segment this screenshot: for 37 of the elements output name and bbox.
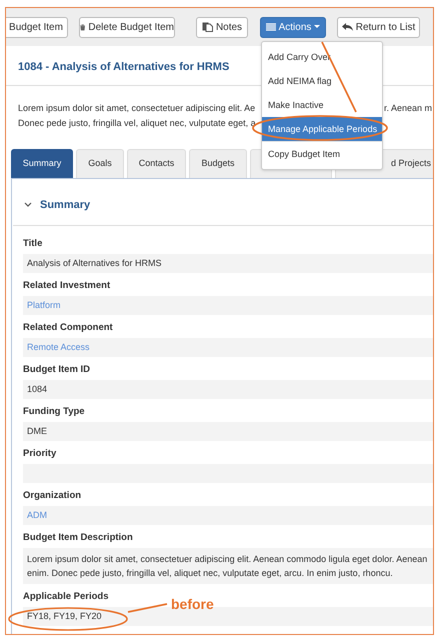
chevron-icon[interactable]	[24, 202, 32, 208]
field-label: Title	[23, 237, 42, 251]
menu-item[interactable]: Copy Budget Item	[262, 141, 382, 165]
section-title: Summary	[40, 198, 90, 213]
field-text: Analysis of Alternatives for HRMS	[27, 258, 162, 268]
actions-button[interactable]: Actions	[260, 16, 326, 38]
toolbar-button[interactable]: Delete Budget Item	[79, 16, 175, 38]
callout-line	[128, 603, 168, 613]
field-label: Related Investment	[23, 279, 110, 293]
description-text: r. Aenean m	[384, 102, 432, 115]
toolbar-button[interactable]: Return to List	[337, 16, 420, 38]
tab[interactable]: Summary	[11, 149, 73, 178]
description-text: Lorem ipsum dolor sit amet, consectetuer adipiscing elit. Ae	[18, 102, 256, 115]
menu-item[interactable]: Make Inactive	[262, 93, 382, 117]
field-label: Budget Item ID	[23, 363, 90, 377]
field-label: Funding Type	[23, 405, 85, 419]
reply-arrow-icon	[342, 23, 353, 31]
field-label: Related Component	[23, 321, 113, 335]
tab[interactable]: Contacts	[127, 149, 186, 178]
field-label: Priority	[23, 447, 56, 461]
field-text: 1084	[27, 384, 48, 394]
field-text: FY18, FY19, FY20	[27, 611, 102, 621]
page-title: 1084 - Analysis of Alternatives for HRMS	[18, 60, 230, 75]
field-label: Budget Item Description	[23, 531, 133, 545]
toolbar-button[interactable]: Budget Item	[6, 16, 68, 38]
menu-icon	[266, 23, 276, 31]
field-label: Organization	[23, 489, 82, 503]
trash-icon	[80, 22, 86, 32]
menu-item[interactable]: Add NEIMA flag	[262, 69, 382, 93]
toolbar-button[interactable]: Notes	[196, 16, 248, 38]
documents-icon	[202, 22, 213, 32]
description-field: Lorem ipsum dolor sit amet, consectetuer adipiscing elit. Aenean commodo ligula eget dolor. Aenean enim. Donec pede justo, fringilla vel, aliquet nec, vulputate eget, arcu. In enim justo, rhoncu.	[23, 548, 433, 584]
field-label: Applicable Periods	[23, 590, 109, 604]
annotation-label: before	[171, 595, 214, 614]
field-text: DME	[27, 426, 47, 436]
tab[interactable]: Budgets	[189, 149, 247, 178]
tab[interactable]: Goals	[76, 149, 124, 178]
